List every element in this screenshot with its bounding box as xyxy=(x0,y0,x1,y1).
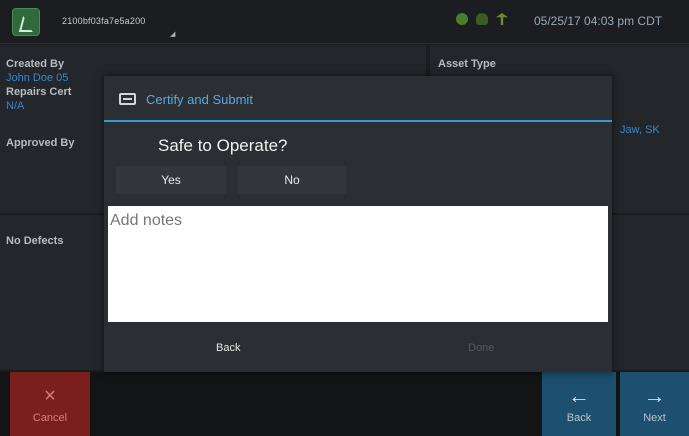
cancel-label: Cancel xyxy=(32,412,68,424)
dialog-done-button[interactable]: Done xyxy=(468,342,494,354)
gps-icon xyxy=(456,13,468,25)
cancel-button[interactable]: × Cancel xyxy=(10,372,90,436)
dialog-title: Certify and Submit xyxy=(146,92,253,107)
dialog-back-button[interactable]: Back xyxy=(216,342,240,354)
repairs-cert-value: N/A xyxy=(6,100,25,112)
next-nav-label: Next xyxy=(643,412,666,424)
next-nav-button[interactable]: → Next xyxy=(620,372,689,436)
asset-type-label: Asset Type xyxy=(438,58,496,70)
bottom-nav-bar: × Cancel ← Back → Next xyxy=(0,372,689,436)
created-by-label: Created By xyxy=(6,58,65,70)
notes-input[interactable] xyxy=(108,206,608,322)
repairs-cert-label: Repairs Cert xyxy=(6,86,72,98)
app-logo-icon[interactable] xyxy=(12,8,40,36)
dialog-header: Certify and Submit xyxy=(104,76,612,122)
safe-to-operate-question: Safe to Operate? xyxy=(158,136,288,155)
approved-by-label: Approved By xyxy=(6,137,75,149)
arrow-left-icon: ← xyxy=(568,383,590,408)
created-by-value: John Doe 05 xyxy=(6,72,69,84)
yes-button[interactable]: Yes xyxy=(116,166,226,194)
dropdown-caret-icon: ◢ xyxy=(170,31,176,38)
arrow-right-icon: → xyxy=(643,383,666,408)
wifi-icon xyxy=(476,13,488,25)
device-id: 2100bf03fa7e5a200 xyxy=(62,16,146,26)
back-nav-button[interactable]: ← Back xyxy=(542,372,616,436)
status-bar: 2100bf03fa7e5a200 ◢ 05/25/17 04:03 pm CD… xyxy=(0,0,689,44)
certificate-icon xyxy=(119,93,136,105)
signal-icon xyxy=(496,13,508,25)
no-button[interactable]: No xyxy=(238,166,346,194)
location-value: Jaw, SK xyxy=(620,124,660,136)
no-defects-label: No Defects xyxy=(6,235,64,247)
back-nav-label: Back xyxy=(566,412,592,424)
status-icons xyxy=(456,13,508,25)
certify-submit-dialog: Certify and Submit Safe to Operate? Yes … xyxy=(104,76,612,372)
datetime: 05/25/17 04:03 pm CDT xyxy=(534,14,663,28)
close-icon: × xyxy=(44,385,56,407)
